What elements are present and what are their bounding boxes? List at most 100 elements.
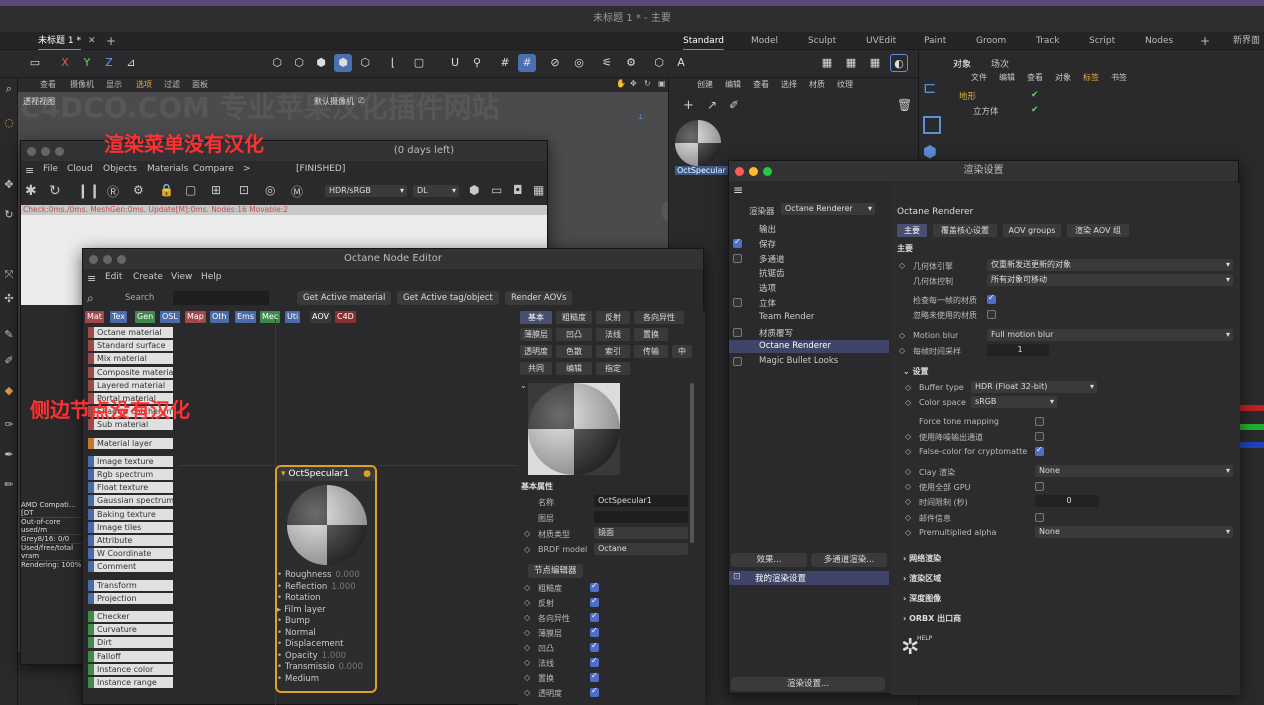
- node-list-item[interactable]: Octane material: [88, 327, 173, 338]
- material-name[interactable]: OctSpecular: [675, 166, 728, 175]
- lv-menu-cloud[interactable]: Cloud: [67, 164, 93, 174]
- add-icon[interactable]: +: [683, 98, 694, 113]
- lock-icon[interactable]: ⊘: [546, 54, 564, 72]
- lv-menu-objects[interactable]: Objects: [103, 164, 137, 174]
- section-region[interactable]: › 渲染区域: [903, 573, 941, 584]
- brdf-select[interactable]: Octane: [594, 543, 688, 555]
- cube-tool-icon[interactable]: [923, 116, 941, 134]
- prop-tab[interactable]: 薄膜层: [520, 328, 552, 341]
- rotate-icon[interactable]: ↻: [2, 208, 16, 222]
- object-terrain[interactable]: 地形: [959, 90, 976, 102]
- layer-field[interactable]: [594, 511, 688, 523]
- node-port[interactable]: • Opacity 1.000: [277, 651, 346, 661]
- diamond-icon[interactable]: ◇: [905, 398, 911, 407]
- search-icon[interactable]: ⌕: [87, 291, 94, 306]
- diamond-icon[interactable]: ◇: [905, 497, 911, 506]
- node-list-item[interactable]: Float texture: [88, 482, 173, 494]
- hex-icon[interactable]: ⬢: [469, 183, 479, 197]
- obj-menu-tags[interactable]: 标签: [1083, 72, 1099, 83]
- model-mode-icon[interactable]: ⬢: [334, 54, 352, 72]
- multipass-button[interactable]: 多通道渲染...: [811, 553, 887, 567]
- prop-tab[interactable]: 各向异性: [634, 311, 684, 324]
- tab-takes[interactable]: 场次: [991, 57, 1009, 70]
- render-icon[interactable]: Ⓡ: [107, 183, 119, 200]
- category-c4d[interactable]: C4D: [335, 311, 356, 323]
- node-editor-button[interactable]: 节点编辑器: [528, 564, 583, 578]
- time-limit-field[interactable]: 0: [1035, 495, 1099, 507]
- lock-icon[interactable]: 🔒: [159, 183, 174, 197]
- motion-blur-select[interactable]: Full motion blur ▾: [987, 329, 1233, 341]
- channel-checkbox[interactable]: [590, 611, 599, 622]
- render-item[interactable]: 选项: [759, 282, 776, 294]
- camera-label[interactable]: 默认摄像机: [314, 96, 354, 107]
- hand-icon[interactable]: ✋: [616, 79, 626, 88]
- paint-icon[interactable]: ✒: [2, 448, 16, 462]
- diamond-icon[interactable]: ◇: [899, 331, 905, 340]
- my-render-settings[interactable]: ⊡ 我的渲染设置: [729, 571, 889, 585]
- polygons-mode-icon[interactable]: ⬢: [312, 54, 330, 72]
- doc-tab[interactable]: 未标题 1 *: [38, 34, 81, 51]
- coord-icon[interactable]: ⊿: [122, 54, 140, 72]
- lv-menu-materials[interactable]: Materials: [147, 164, 188, 174]
- node-list-item[interactable]: Projection: [88, 592, 173, 604]
- collapse-icon[interactable]: ▾: [281, 469, 286, 479]
- render-item[interactable]: 抗锯齿: [759, 267, 785, 279]
- category-gen[interactable]: Gen: [135, 311, 156, 323]
- diamond-icon[interactable]: ◇: [524, 673, 530, 682]
- rotate-view-icon[interactable]: ↻: [644, 79, 651, 88]
- close-dot[interactable]: [27, 147, 36, 156]
- check-icon[interactable]: ✔: [1031, 105, 1039, 115]
- render-item[interactable]: Octane Renderer: [759, 341, 831, 351]
- settings-icon[interactable]: ⚙: [133, 183, 144, 197]
- knife-icon[interactable]: ◆: [2, 384, 16, 398]
- mat-menu-edit[interactable]: 编辑: [725, 79, 741, 90]
- snap-icon[interactable]: ⚲: [468, 54, 486, 72]
- channel-checkbox[interactable]: [590, 596, 599, 607]
- tab-override[interactable]: 覆盖核心设置: [933, 224, 997, 237]
- axis-z-icon[interactable]: Z: [100, 54, 118, 72]
- scrollbar[interactable]: [690, 383, 694, 543]
- category-aov[interactable]: AOV: [310, 311, 331, 323]
- layout-standard[interactable]: Standard: [683, 34, 724, 51]
- render-mode-select[interactable]: DL ▾: [413, 185, 459, 197]
- obj-menu-file[interactable]: 文件: [971, 72, 987, 83]
- lv-menu-more[interactable]: >: [243, 164, 251, 174]
- prop-tab[interactable]: 反射: [596, 311, 630, 324]
- axis-x-icon[interactable]: X: [56, 54, 74, 72]
- node-port[interactable]: • Normal: [277, 628, 320, 638]
- render-settings-button[interactable]: 渲染设置...: [731, 677, 885, 691]
- viewport-menu-options[interactable]: 选项: [136, 79, 152, 90]
- magnet-icon[interactable]: U: [446, 54, 464, 72]
- arrow-icon[interactable]: ↗: [707, 98, 717, 112]
- prop-tab[interactable]: 基本: [520, 311, 552, 324]
- render-item-checkbox[interactable]: [733, 298, 742, 307]
- render-view-icon[interactable]: ▦: [818, 54, 836, 72]
- sculpt-icon[interactable]: ✑: [2, 418, 16, 432]
- viewport-menu-panel[interactable]: 面板: [192, 79, 208, 90]
- diamond-icon[interactable]: ◇: [899, 261, 905, 270]
- symmetry-icon[interactable]: ⚟: [598, 54, 616, 72]
- node-list-item[interactable]: Material layer: [88, 437, 173, 449]
- color-space-select[interactable]: sRGB ▾: [971, 396, 1057, 408]
- render-item[interactable]: Team Render: [759, 312, 814, 322]
- mat-menu-material[interactable]: 材质: [809, 79, 825, 90]
- render-item-checkbox[interactable]: [733, 253, 742, 263]
- node-list-item[interactable]: Dirt: [88, 637, 173, 649]
- prop-tab[interactable]: 传输: [634, 345, 668, 358]
- focus-icon[interactable]: ◎: [265, 183, 275, 197]
- menu-icon[interactable]: ≡: [733, 183, 743, 197]
- fit-icon[interactable]: ⊡: [239, 183, 249, 197]
- viewport-menu-filter[interactable]: 过滤: [164, 79, 180, 90]
- tab-objects[interactable]: 对象: [953, 57, 971, 70]
- render-item-checkbox[interactable]: [733, 327, 742, 337]
- force-tone-checkbox[interactable]: [1035, 417, 1044, 426]
- channel-checkbox[interactable]: [590, 686, 599, 697]
- render-picture-icon[interactable]: ▦: [842, 54, 860, 72]
- node-list-item[interactable]: Image texture: [88, 455, 173, 467]
- ne-menu-edit[interactable]: Edit: [105, 272, 122, 282]
- tab-render-aov[interactable]: 渲染 AOV 组: [1067, 224, 1129, 237]
- search-input[interactable]: [173, 291, 269, 305]
- node-list-item[interactable]: Layered material: [88, 379, 173, 391]
- prop-tab[interactable]: 索引: [596, 345, 630, 358]
- prop-tab[interactable]: 法线: [596, 328, 630, 341]
